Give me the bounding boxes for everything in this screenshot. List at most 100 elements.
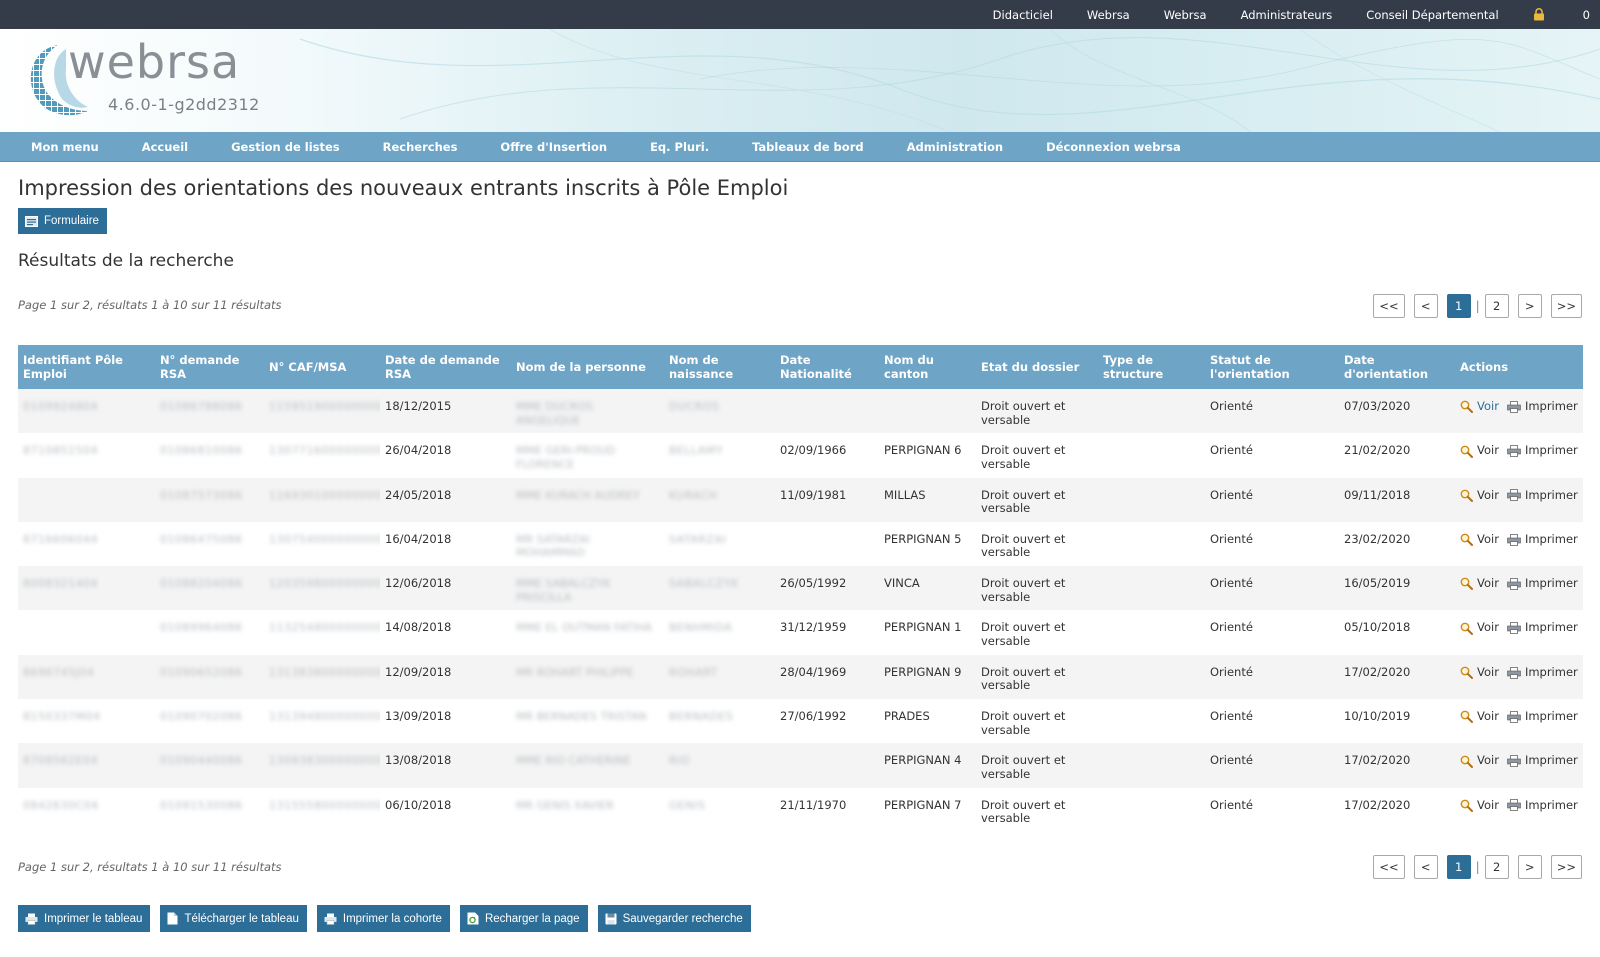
cell-etat-dossier: Droit ouvert et versable: [976, 389, 1098, 434]
imprimer-label: Imprimer: [1524, 399, 1578, 413]
imprimer-label: Imprimer: [1524, 797, 1578, 812]
masked-value: SATARZAI: [669, 532, 727, 546]
lock-icon: [1533, 8, 1544, 21]
masked-value: 8696745J04: [23, 665, 95, 679]
col-num-demande-rsa[interactable]: N° demande RSA: [155, 345, 264, 389]
pager-first[interactable]: <<: [1373, 855, 1405, 879]
cell-statut-orientation: Orienté: [1205, 566, 1339, 611]
imprimer-cohorte-button[interactable]: Imprimer la cohorte: [316, 905, 450, 932]
voir-link[interactable]: Voir: [1460, 444, 1499, 458]
masked-value: MME GERI-PROUD FLORENCE: [516, 444, 616, 471]
cell-date-orientation: 23/02/2020: [1339, 521, 1455, 567]
col-date-nationalite[interactable]: Date Nationalité: [775, 345, 879, 389]
telecharger-tableau-button[interactable]: Télécharger le tableau: [160, 905, 307, 932]
pager-first[interactable]: <<: [1373, 294, 1405, 318]
pager-page-2[interactable]: 2: [1484, 294, 1509, 318]
col-statut-orientation[interactable]: Statut de l'orientation: [1205, 345, 1339, 389]
cell-type-structure: [1098, 566, 1205, 611]
col-num-caf[interactable]: N° CAF/MSA: [264, 345, 380, 389]
cell-date-demande: 24/05/2018: [380, 477, 511, 522]
webrsa-logo[interactable]: webrsa 4.6.0-1-g2dd2312: [22, 35, 272, 127]
nav-accueil[interactable]: Accueil: [142, 140, 188, 154]
imprimer-link[interactable]: Imprimer: [1507, 488, 1578, 503]
col-type-structure[interactable]: Type de structure: [1098, 345, 1205, 389]
cell-identifiant-pe: 8150337M04: [18, 699, 155, 744]
imprimer-link[interactable]: Imprimer: [1507, 797, 1578, 813]
imprimer-link[interactable]: Imprimer: [1507, 621, 1578, 635]
results-table: Identifiant Pôle Emploi N° demande RSA N…: [18, 345, 1583, 832]
imprimer-link[interactable]: Imprimer: [1507, 532, 1578, 547]
cell-canton: MILLAS: [879, 477, 976, 522]
recharger-page-button[interactable]: Recharger la page: [459, 905, 588, 932]
cell-etat-dossier: Droit ouvert et versable: [976, 433, 1098, 478]
lock-indicator[interactable]: 0: [1533, 8, 1590, 22]
voir-link[interactable]: Voir: [1460, 798, 1499, 813]
col-date-orientation[interactable]: Date d'orientation: [1339, 345, 1455, 389]
nav-eq-pluri[interactable]: Eq. Pluri.: [650, 140, 709, 154]
pager-page-1[interactable]: 1: [1446, 294, 1471, 318]
voir-link[interactable]: Voir: [1460, 488, 1499, 503]
nav-mon-menu[interactable]: Mon menu: [31, 140, 99, 154]
cell-actions: Voir Imprimer: [1455, 787, 1583, 832]
reload-page-icon: [467, 912, 479, 925]
imprimer-link[interactable]: Imprimer: [1507, 754, 1578, 768]
pager-last[interactable]: >>: [1550, 855, 1582, 879]
col-identifiant-pe[interactable]: Identifiant Pôle Emploi: [18, 345, 155, 389]
cell-date-demande: 26/04/2018: [380, 433, 511, 478]
pager-last[interactable]: >>: [1550, 294, 1582, 318]
pager-page-1[interactable]: 1: [1446, 855, 1471, 879]
nav-administration[interactable]: Administration: [907, 140, 1004, 154]
voir-link[interactable]: Voir: [1460, 399, 1499, 414]
pager-next[interactable]: >: [1517, 294, 1542, 318]
masked-value: 8716606044: [23, 532, 98, 546]
voir-link[interactable]: Voir: [1460, 577, 1499, 591]
masked-value: 8008321404: [23, 577, 98, 591]
col-canton[interactable]: Nom du canton: [879, 345, 976, 389]
imprimer-link[interactable]: Imprimer: [1507, 710, 1578, 724]
col-etat-dossier[interactable]: Etat du dossier: [976, 345, 1098, 389]
masked-value: BENHMIDA: [669, 621, 733, 635]
voir-link[interactable]: Voir: [1460, 754, 1499, 768]
imprimer-tableau-button[interactable]: Imprimer le tableau: [18, 905, 151, 932]
imprimer-link[interactable]: Imprimer: [1507, 399, 1578, 414]
col-nom-personne[interactable]: Nom de la personne: [511, 345, 664, 389]
pager-prev[interactable]: <: [1413, 855, 1438, 879]
imprimer-link[interactable]: Imprimer: [1507, 577, 1578, 591]
imprimer-link[interactable]: Imprimer: [1507, 444, 1578, 458]
voir-link[interactable]: Voir: [1460, 621, 1499, 635]
magnifier-icon: [1460, 710, 1473, 724]
cell-etat-dossier: Droit ouvert et versable: [976, 787, 1098, 832]
cell-etat-dossier: Droit ouvert et versable: [976, 610, 1098, 655]
top-link-webrsa-1[interactable]: Webrsa: [1087, 8, 1130, 22]
voir-link[interactable]: Voir: [1460, 532, 1499, 547]
sauvegarder-recherche-button[interactable]: Sauvegarder recherche: [597, 905, 751, 932]
imprimer-link[interactable]: Imprimer: [1507, 665, 1578, 680]
top-link-conseil[interactable]: Conseil Départemental: [1366, 8, 1498, 22]
top-link-webrsa-2[interactable]: Webrsa: [1164, 8, 1207, 22]
voir-link[interactable]: Voir: [1460, 665, 1499, 680]
nav-deconnexion[interactable]: Déconnexion webrsa: [1046, 140, 1181, 154]
pager-page-2[interactable]: 2: [1484, 855, 1509, 879]
nav-recherches[interactable]: Recherches: [383, 140, 458, 154]
col-date-demande[interactable]: Date de demande RSA: [380, 345, 511, 389]
formulaire-button[interactable]: Formulaire: [18, 208, 107, 234]
nav-tableaux-bord[interactable]: Tableaux de bord: [752, 140, 864, 154]
printer-icon: [1507, 710, 1521, 723]
cell-nom-personne: MME GERI-PROUD FLORENCE: [511, 433, 664, 478]
top-link-administrateurs[interactable]: Administrateurs: [1241, 8, 1333, 22]
table-row: 8716606044 01086475086 1307540000000000 16/…: [18, 521, 1583, 567]
nav-gestion-listes[interactable]: Gestion de listes: [231, 140, 340, 154]
col-nom-naissance[interactable]: Nom de naissance: [664, 345, 775, 389]
cell-date-orientation: 09/11/2018: [1339, 477, 1455, 522]
voir-link[interactable]: Voir: [1460, 710, 1499, 724]
masked-value: 8708562E04: [23, 754, 98, 768]
cell-date-orientation: 16/05/2019: [1339, 566, 1455, 611]
cell-type-structure: [1098, 477, 1205, 522]
row-actions: Voir Imprimer: [1460, 710, 1578, 724]
pager-prev[interactable]: <: [1413, 294, 1438, 318]
pager-next[interactable]: >: [1517, 855, 1542, 879]
top-link-didacticiel[interactable]: Didacticiel: [993, 8, 1053, 22]
table-row: 0109924804 01086788086 1159519000000000 18/…: [18, 389, 1583, 434]
nav-offre-insertion[interactable]: Offre d'Insertion: [500, 140, 607, 154]
table-header-row: Identifiant Pôle Emploi N° demande RSA N…: [18, 345, 1583, 389]
